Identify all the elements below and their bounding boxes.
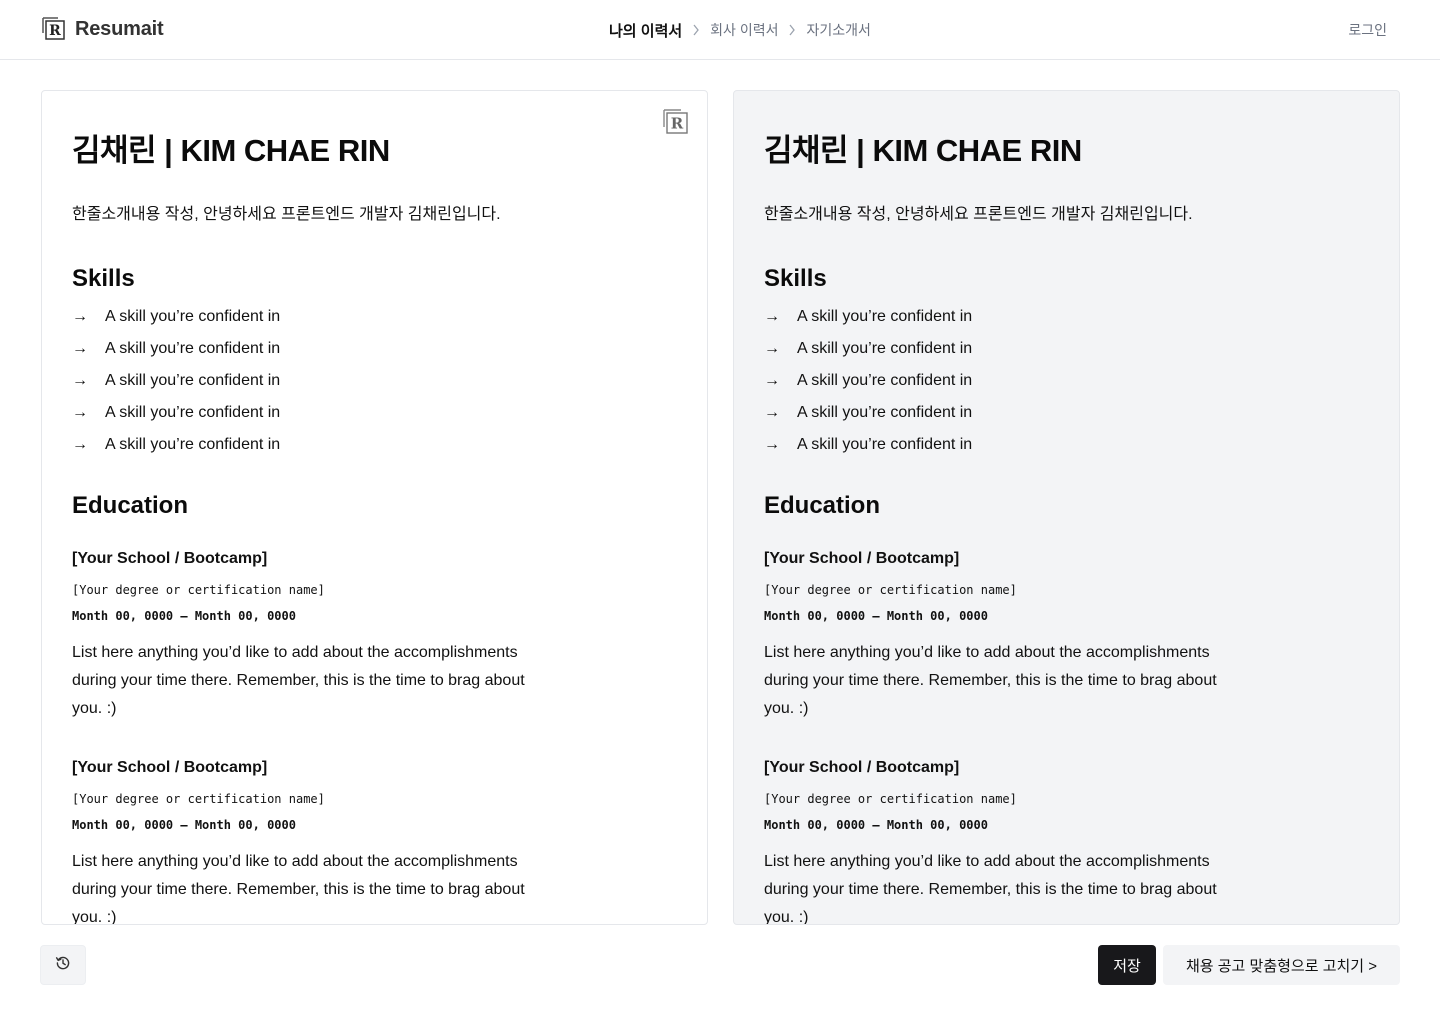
history-icon xyxy=(55,955,71,976)
education-degree: [Your degree or certification name] xyxy=(72,583,325,597)
breadcrumb: 나의 이력서 회사 이력서 자기소개서 xyxy=(609,18,871,42)
education-description: List here anything you’d like to add abo… xyxy=(764,853,1217,925)
breadcrumb-company-resume[interactable]: 회사 이력서 xyxy=(710,20,778,40)
education-dates: Month 00, 0000 — Month 00, 0000 xyxy=(72,818,296,832)
r-logo-icon: R xyxy=(663,109,689,135)
skill-item: → A skill you’re confident in xyxy=(764,365,1369,397)
skills-list: → A skill you’re confident in → A skill yo… xyxy=(764,301,1369,461)
resume-intro: 한줄소개내용 작성, 안녕하세요 프론트엔드 개발자 김채린입니다. xyxy=(72,206,501,223)
arrow-right-icon: → xyxy=(764,404,780,421)
resume-panel-original[interactable]: R 김채린 | KIM CHAE RIN 한줄소개내용 작성, 안녕하세요 프론… xyxy=(41,90,708,925)
education-dates: Month 00, 0000 — Month 00, 0000 xyxy=(72,609,296,623)
save-button[interactable]: 저장 xyxy=(1098,945,1156,985)
education-degree: [Your degree or certification name] xyxy=(764,583,1017,597)
arrow-right-icon: → xyxy=(764,308,780,325)
arrow-right-icon: → xyxy=(764,340,780,357)
education-description: List here anything you’d like to add abo… xyxy=(764,644,1217,717)
resume-panel-preview[interactable]: 김채린 | KIM CHAE RIN 한줄소개내용 작성, 안녕하세요 프론트엔… xyxy=(733,90,1400,925)
education-description: List here anything you’d like to add abo… xyxy=(72,644,525,717)
arrow-right-icon: → xyxy=(764,436,780,453)
skill-text: A skill you’re confident in xyxy=(797,340,973,357)
arrow-right-icon: → xyxy=(764,372,780,389)
education-school: [Your School / Bootcamp] xyxy=(764,550,960,567)
skill-text: A skill you’re confident in xyxy=(105,340,281,357)
skill-text: A skill you’re confident in xyxy=(797,372,973,389)
education-degree: [Your degree or certification name] xyxy=(72,792,325,806)
skill-item: → A skill you’re confident in xyxy=(764,301,1369,333)
chevron-right-icon xyxy=(778,18,806,42)
brand-logo[interactable]: R Resumait xyxy=(42,17,164,41)
education-heading: Education xyxy=(72,492,189,519)
skill-item: → A skill you’re confident in xyxy=(72,333,677,365)
resume-intro: 한줄소개내용 작성, 안녕하세요 프론트엔드 개발자 김채린입니다. xyxy=(764,206,1193,223)
skill-text: A skill you’re confident in xyxy=(105,308,281,325)
skill-text: A skill you’re confident in xyxy=(105,436,281,453)
skills-heading: Skills xyxy=(764,265,827,292)
top-header: R Resumait 나의 이력서 회사 이력서 자기소개서 로그인 xyxy=(0,0,1440,60)
chevron-right-icon xyxy=(682,18,710,42)
history-button[interactable] xyxy=(40,945,86,985)
skill-item: → A skill you’re confident in xyxy=(72,301,677,333)
skills-heading: Skills xyxy=(72,265,135,292)
breadcrumb-cover-letter[interactable]: 자기소개서 xyxy=(806,20,870,40)
r-logo-icon: R xyxy=(42,17,66,41)
education-school: [Your School / Bootcamp] xyxy=(72,759,268,776)
arrow-right-icon: → xyxy=(72,404,88,421)
skill-item: → A skill you’re confident in xyxy=(764,397,1369,429)
skill-text: A skill you’re confident in xyxy=(797,308,973,325)
brand-name: Resumait xyxy=(75,17,164,40)
resume-name: 김채린 | KIM CHAE RIN xyxy=(72,133,390,168)
arrow-right-icon: → xyxy=(72,340,88,357)
skill-item: → A skill you’re confident in xyxy=(72,365,677,397)
skill-item: → A skill you’re confident in xyxy=(72,397,677,429)
education-school: [Your School / Bootcamp] xyxy=(72,550,268,567)
resume-name: 김채린 | KIM CHAE RIN xyxy=(764,133,1082,168)
breadcrumb-my-resume[interactable]: 나의 이력서 xyxy=(609,20,682,41)
education-dates: Month 00, 0000 — Month 00, 0000 xyxy=(764,818,988,832)
skill-item: → A skill you’re confident in xyxy=(764,429,1369,461)
education-school: [Your School / Bootcamp] xyxy=(764,759,960,776)
arrow-right-icon: → xyxy=(72,436,88,453)
login-link[interactable]: 로그인 xyxy=(1348,20,1387,40)
svg-text:R: R xyxy=(671,115,684,133)
education-description: List here anything you’d like to add abo… xyxy=(72,853,525,925)
education-heading: Education xyxy=(764,492,881,519)
education-degree: [Your degree or certification name] xyxy=(764,792,1017,806)
skill-text: A skill you’re confident in xyxy=(105,372,281,389)
tailor-to-job-posting-button[interactable]: 채용 공고 맞춤형으로 고치기 > xyxy=(1163,945,1400,985)
svg-text:R: R xyxy=(49,23,61,39)
skill-item: → A skill you’re confident in xyxy=(72,429,677,461)
skill-text: A skill you’re confident in xyxy=(797,404,973,421)
skills-list: → A skill you’re confident in → A skill yo… xyxy=(72,301,677,461)
skill-text: A skill you’re confident in xyxy=(105,404,281,421)
arrow-right-icon: → xyxy=(72,308,88,325)
education-dates: Month 00, 0000 — Month 00, 0000 xyxy=(764,609,988,623)
skill-item: → A skill you’re confident in xyxy=(764,333,1369,365)
arrow-right-icon: → xyxy=(72,372,88,389)
skill-text: A skill you’re confident in xyxy=(797,436,973,453)
